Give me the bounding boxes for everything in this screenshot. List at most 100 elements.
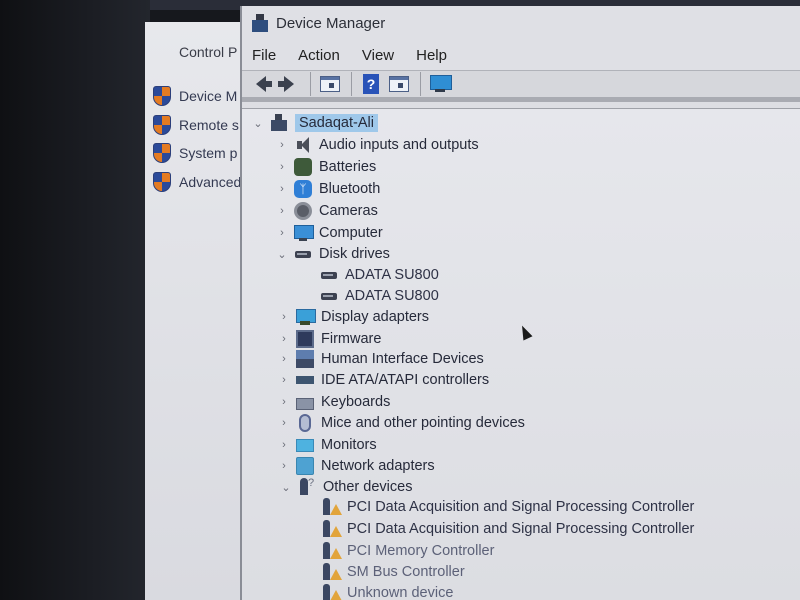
cp-link-remote-settings[interactable]: Remote s — [153, 115, 239, 135]
console-tree-button[interactable] — [317, 72, 343, 96]
menu-help[interactable]: Help — [416, 47, 447, 64]
tree-item-label: Cameras — [319, 203, 378, 219]
chevron-right-icon[interactable]: › — [278, 333, 290, 345]
tree-root-label: Sadaqat-Ali — [295, 114, 378, 132]
tree-item-label: Monitors — [321, 437, 377, 453]
tree-item-monitors[interactable]: › Monitors — [278, 435, 377, 455]
tree-item-keyboards[interactable]: › Keyboards — [278, 392, 390, 412]
tree-item-label: PCI Data Acquisition and Signal Processi… — [347, 521, 695, 537]
tree-child-disk-1[interactable]: ADATA SU800 — [320, 265, 439, 285]
uac-shield-icon — [153, 143, 171, 163]
cp-link-label: Advanced — [179, 174, 242, 190]
chevron-right-icon[interactable]: › — [278, 439, 290, 451]
tree-item-bluetooth[interactable]: › ᛉ Bluetooth — [276, 179, 380, 199]
bluetooth-icon: ᛉ — [294, 180, 312, 198]
disk-drive-icon — [294, 245, 312, 263]
tree-item-label: Audio inputs and outputs — [319, 137, 479, 153]
warning-device-icon — [322, 498, 342, 516]
toolbar-separator — [420, 72, 421, 96]
tree-item-label: Firmware — [321, 331, 382, 347]
scan-hardware-button[interactable] — [427, 72, 453, 96]
tree-item-disk-drives[interactable]: ⌄ Disk drives — [276, 244, 390, 264]
tree-child-other-4[interactable]: SM Bus Controller — [322, 562, 465, 582]
network-adapter-icon — [296, 457, 314, 475]
monitor-icon — [296, 438, 314, 452]
cp-link-label: System p — [179, 145, 238, 161]
tree-item-batteries[interactable]: › Batteries — [276, 157, 376, 177]
cp-link-device-manager[interactable]: Device M — [153, 86, 237, 106]
cp-link-label: Device M — [179, 88, 238, 104]
hid-icon — [296, 350, 314, 368]
firmware-icon — [296, 330, 314, 348]
display-adapter-icon — [296, 308, 316, 326]
tree-child-other-2[interactable]: PCI Data Acquisition and Signal Processi… — [322, 519, 694, 539]
tree-item-display-adapters[interactable]: › Display adapters — [278, 307, 429, 327]
tree-item-label: Human Interface Devices — [321, 351, 484, 367]
tree-item-label: Unknown device — [347, 585, 454, 600]
forward-button[interactable] — [276, 72, 302, 96]
chevron-down-icon[interactable]: ⌄ — [276, 248, 288, 261]
uac-shield-icon — [153, 172, 171, 192]
tree-item-other-devices[interactable]: ⌄ Other devices — [280, 477, 412, 497]
tree-item-cameras[interactable]: › Cameras — [276, 201, 378, 221]
tree-item-label: ADATA SU800 — [345, 267, 439, 283]
tree-root[interactable]: ⌄ Sadaqat-Ali — [252, 113, 378, 133]
ide-controller-icon — [296, 371, 314, 389]
help-button[interactable]: ? — [358, 72, 384, 96]
chevron-right-icon[interactable]: › — [278, 417, 290, 429]
tree-item-label: Batteries — [319, 159, 377, 175]
menu-action[interactable]: Action — [298, 47, 340, 64]
tree-item-hid[interactable]: › Human Interface Devices — [278, 349, 484, 369]
cp-link-system-protection[interactable]: System p — [153, 143, 237, 163]
menu-view[interactable]: View — [362, 47, 394, 64]
menu-file[interactable]: File — [252, 47, 276, 64]
tree-item-label: Computer — [319, 225, 383, 241]
tree-child-other-1[interactable]: PCI Data Acquisition and Signal Processi… — [322, 497, 694, 517]
warning-device-icon — [322, 520, 342, 538]
tree-child-other-5[interactable]: Unknown device — [322, 583, 453, 600]
computer-icon — [294, 224, 314, 242]
title-bar[interactable]: Device Manager — [242, 6, 800, 40]
action-pane-button[interactable] — [386, 72, 412, 96]
chevron-right-icon[interactable]: › — [278, 353, 290, 365]
battery-icon — [294, 158, 312, 176]
device-manager-window: Device Manager File Action View Help ? ⌄… — [240, 6, 800, 600]
tree-item-firmware[interactable]: › Firmware — [278, 329, 381, 349]
tree-item-audio[interactable]: › Audio inputs and outputs — [276, 135, 479, 155]
help-icon: ? — [363, 74, 379, 94]
chevron-right-icon[interactable]: › — [276, 161, 288, 173]
toolbar-separator — [310, 72, 311, 96]
chevron-right-icon[interactable]: › — [278, 460, 290, 472]
chevron-down-icon[interactable]: ⌄ — [280, 481, 292, 494]
monitor-bezel — [0, 0, 150, 600]
warning-device-icon — [322, 563, 342, 581]
chevron-right-icon[interactable]: › — [276, 205, 288, 217]
tree-item-label: IDE ATA/ATAPI controllers — [321, 372, 490, 388]
back-button[interactable] — [248, 72, 274, 96]
chevron-right-icon[interactable]: › — [278, 396, 290, 408]
cp-link-advanced-settings[interactable]: Advanced — [153, 172, 241, 192]
chevron-right-icon[interactable]: › — [276, 183, 288, 195]
uac-shield-icon — [153, 86, 171, 106]
tree-item-mice[interactable]: › Mice and other pointing devices — [278, 413, 525, 433]
tree-child-disk-2[interactable]: ADATA SU800 — [320, 286, 439, 306]
tree-item-ide[interactable]: › IDE ATA/ATAPI controllers — [278, 370, 489, 390]
chevron-right-icon[interactable]: › — [278, 374, 290, 386]
window-title: Device Manager — [276, 14, 386, 32]
chevron-right-icon[interactable]: › — [278, 311, 290, 323]
tree-item-label: PCI Memory Controller — [347, 543, 495, 559]
tree-item-label: Display adapters — [321, 309, 429, 325]
chevron-right-icon[interactable]: › — [276, 227, 288, 239]
warning-device-icon — [322, 542, 342, 560]
tree-item-label: Mice and other pointing devices — [321, 415, 525, 431]
chevron-down-icon[interactable]: ⌄ — [252, 117, 264, 130]
tree-child-other-3[interactable]: PCI Memory Controller — [322, 541, 494, 561]
console-tree-icon — [320, 76, 340, 92]
tree-item-label: Bluetooth — [319, 181, 381, 197]
tree-item-computer[interactable]: › Computer — [276, 223, 383, 243]
tree-item-network[interactable]: › Network adapters — [278, 456, 435, 476]
toolbar-separator — [351, 72, 352, 96]
menu-bar: File Action View Help — [242, 40, 800, 70]
chevron-right-icon[interactable]: › — [276, 139, 288, 151]
disk-drive-icon — [320, 287, 338, 305]
